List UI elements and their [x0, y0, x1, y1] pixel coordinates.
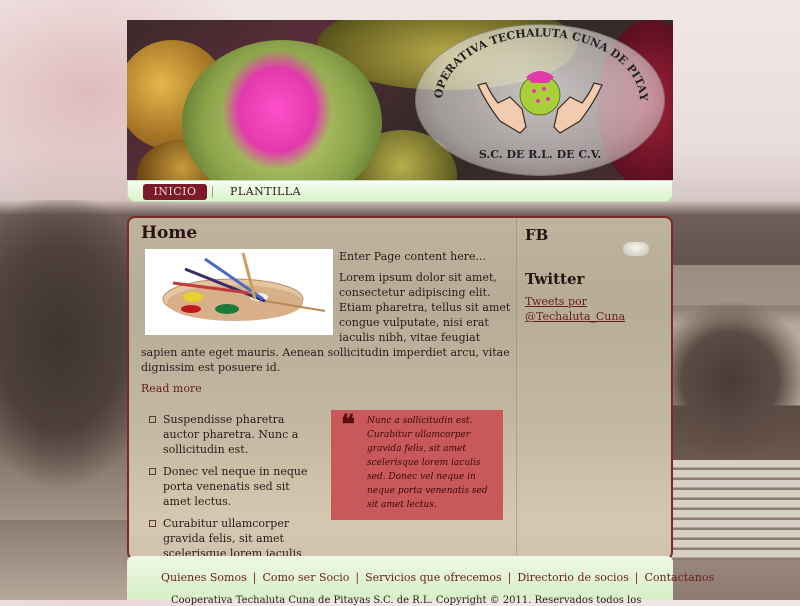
logo-bottom-text: S.C. DE R.L. DE C.V. [479, 148, 601, 161]
footer-separator: | [252, 571, 257, 584]
quote-icon: ❝ [341, 410, 355, 440]
pitaya-icon [519, 71, 561, 116]
footer-separator: | [355, 571, 360, 584]
list-item: Suspendisse pharetra auctor pharetra. Nu… [149, 412, 317, 457]
background-tree-left [0, 200, 130, 530]
background-ground [0, 520, 130, 600]
footer-copyright: Cooperativa Techaluta Cuna de Pitayas S.… [171, 595, 642, 606]
page-title: Home [141, 223, 198, 243]
header-banner: COOPERATIVA TECHALUTA CUNA DE PITAYAS S.… [127, 20, 673, 180]
main-content: Home Enter Page content here... Lorem ip… [141, 223, 517, 576]
tweets-link[interactable]: Tweets por @Techaluta_Cuna [525, 294, 665, 324]
footer-separator: | [634, 571, 639, 584]
nav-separator [212, 186, 213, 198]
twitter-heading: Twitter [525, 270, 585, 288]
background-tree-right [670, 300, 800, 470]
footer: Quienes Somos | Como ser Socio | Servicios q… [127, 556, 714, 606]
footer-separator: | [507, 571, 512, 584]
footer-link-quienes-somos[interactable]: Quienes Somos [161, 571, 247, 584]
quote-text: Nunc a sollicitudin est. Curabitur ullam… [367, 416, 488, 510]
footer-link-directorio[interactable]: Directorio de socios [517, 571, 628, 584]
footer-link-como-ser-socio[interactable]: Como ser Socio [262, 571, 349, 584]
footer-links: Quienes Somos | Como ser Socio | Servicios q… [161, 571, 714, 584]
nav-item-plantilla[interactable]: PLANTILLA [230, 184, 301, 200]
fb-widget[interactable] [623, 242, 649, 256]
main-nav: INICIO PLANTILLA [127, 180, 673, 202]
sidebar: FB Twitter Tweets por @Techaluta_Cuna [525, 226, 665, 324]
quote-block: ❝ Nunc a sollicitudin est. Curabitur ull… [331, 410, 503, 520]
content-panel: Home Enter Page content here... Lorem ip… [127, 216, 673, 576]
nav-item-inicio[interactable]: INICIO [143, 184, 207, 200]
footer-link-servicios[interactable]: Servicios que ofrecemos [365, 571, 501, 584]
cooperative-logo[interactable]: COOPERATIVA TECHALUTA CUNA DE PITAYAS S.… [415, 24, 665, 176]
list-item: Donec vel neque in neque porta venenatis… [149, 464, 317, 509]
background-stairs [672, 460, 800, 560]
palette-image [145, 249, 333, 335]
read-more-link[interactable]: Read more [141, 382, 202, 395]
logo-seal: COOPERATIVA TECHALUTA CUNA DE PITAYAS S.… [416, 25, 650, 161]
footer-link-contactanos[interactable]: Contactanos [645, 571, 715, 584]
